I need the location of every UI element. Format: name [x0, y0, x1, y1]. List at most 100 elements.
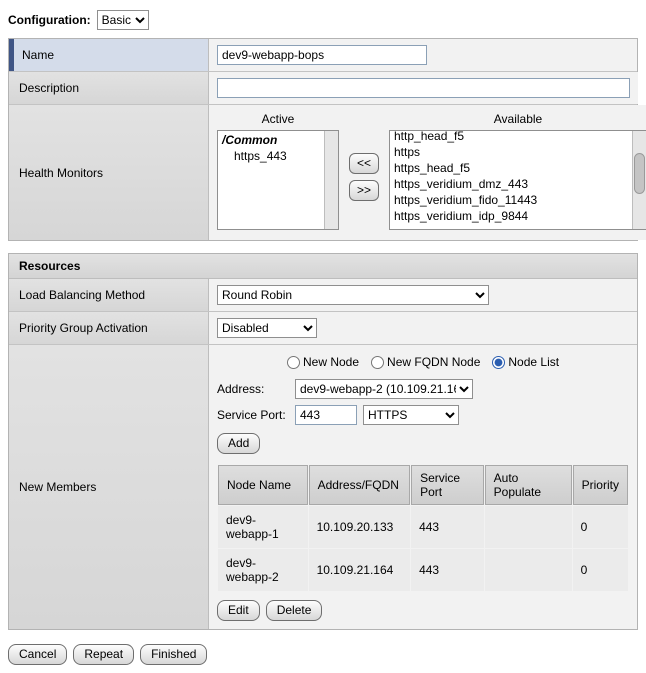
new-members-row: New Members New Node New FQDN Node Node …: [9, 345, 637, 629]
available-monitor-item[interactable]: https_veridium_dmz_443: [390, 176, 632, 192]
configuration-select[interactable]: Basic: [97, 10, 149, 30]
name-input[interactable]: [217, 45, 427, 65]
member-auto-populate: [485, 506, 572, 548]
move-left-button[interactable]: <<: [349, 153, 379, 174]
new-fqdn-node-radio-label: New FQDN Node: [387, 355, 480, 369]
column-header-address-fqdn: Address/FQDN: [309, 465, 411, 505]
name-content-cell: [209, 39, 637, 71]
new-fqdn-node-radio[interactable]: [371, 356, 384, 369]
table-row[interactable]: dev9-webapp-2 10.109.21.164 443 0: [218, 549, 628, 591]
add-button[interactable]: Add: [217, 433, 260, 454]
member-auto-populate: [485, 549, 572, 591]
service-port-line: Service Port: HTTPS: [217, 405, 629, 425]
service-type-select[interactable]: HTTPS: [363, 405, 459, 425]
member-service-port: 443: [411, 506, 484, 548]
repeat-button[interactable]: Repeat: [73, 644, 134, 665]
section-gap: [8, 241, 638, 253]
available-monitors-listbox[interactable]: http_head_f5 https https_head_f5 https_v…: [389, 130, 646, 230]
radio-node-list[interactable]: Node List: [492, 355, 559, 369]
service-port-label: Service Port:: [217, 408, 289, 422]
name-row: Name: [9, 39, 637, 72]
new-members-label: New Members: [19, 480, 96, 494]
active-monitors-listbox[interactable]: /Common https_443: [217, 130, 339, 230]
member-actions: Edit Delete: [217, 600, 629, 621]
edit-button[interactable]: Edit: [217, 600, 260, 621]
description-row: Description: [9, 72, 637, 105]
node-type-radio-group: New Node New FQDN Node Node List: [287, 355, 629, 369]
member-node-name: dev9-webapp-2: [218, 549, 308, 591]
health-monitors-content-cell: Active /Common https_443 << >> Available: [209, 105, 646, 240]
radio-new-node[interactable]: New Node: [287, 355, 359, 369]
priority-group-label: Priority Group Activation: [19, 321, 148, 335]
service-port-input[interactable]: [295, 405, 357, 425]
available-monitors-column: Available http_head_f5 https https_head_…: [389, 109, 646, 230]
column-header-node-name: Node Name: [218, 465, 308, 505]
active-monitors-column: Active /Common https_443: [217, 109, 339, 230]
load-balancing-label-cell: Load Balancing Method: [9, 279, 209, 311]
active-monitors-list: /Common https_443: [218, 131, 324, 229]
available-monitor-item[interactable]: https_veridium_idp_9844: [390, 208, 632, 224]
move-right-button[interactable]: >>: [349, 180, 379, 201]
available-monitor-item[interactable]: https_veridium_fido_11443: [390, 192, 632, 208]
resources-section: Resources Load Balancing Method Round Ro…: [8, 253, 638, 630]
priority-group-select[interactable]: Disabled: [217, 318, 317, 338]
new-members-content-cell: New Node New FQDN Node Node List Address…: [209, 345, 637, 629]
priority-group-row: Priority Group Activation Disabled: [9, 312, 637, 345]
configuration-row: Configuration: Basic: [8, 8, 638, 38]
column-header-priority: Priority: [573, 465, 628, 505]
name-label-cell: Name: [9, 39, 209, 71]
address-select[interactable]: dev9-webapp-2 (10.109.21.164): [295, 379, 473, 399]
footer-actions: Cancel Repeat Finished: [8, 644, 638, 665]
member-priority: 0: [573, 506, 628, 548]
new-node-radio-label: New Node: [303, 355, 359, 369]
member-node-name: dev9-webapp-1: [218, 506, 308, 548]
active-monitor-item[interactable]: https_443: [218, 148, 324, 164]
load-balancing-row: Load Balancing Method Round Robin: [9, 279, 637, 312]
finished-button[interactable]: Finished: [140, 644, 207, 665]
members-table: Node Name Address/FQDN Service Port Auto…: [217, 464, 629, 592]
available-monitor-item[interactable]: https_head_f5: [390, 160, 632, 176]
column-header-service-port: Service Port: [411, 465, 484, 505]
priority-group-content-cell: Disabled: [209, 312, 637, 344]
active-title: Active: [217, 109, 339, 130]
cancel-button[interactable]: Cancel: [8, 644, 67, 665]
name-label: Name: [22, 48, 54, 62]
monitor-move-buttons: << >>: [349, 153, 379, 201]
radio-new-fqdn-node[interactable]: New FQDN Node: [371, 355, 480, 369]
description-label-cell: Description: [9, 72, 209, 104]
health-monitors-label-cell: Health Monitors: [9, 105, 209, 240]
member-address: 10.109.21.164: [309, 549, 411, 591]
health-monitors-row: Health Monitors Active /Common https_443…: [9, 105, 637, 241]
description-input[interactable]: [217, 78, 630, 98]
member-address: 10.109.20.133: [309, 506, 411, 548]
scrollbar-thumb[interactable]: [634, 153, 645, 194]
delete-button[interactable]: Delete: [266, 600, 323, 621]
address-line: Address: dev9-webapp-2 (10.109.21.164): [217, 379, 629, 399]
load-balancing-select[interactable]: Round Robin: [217, 285, 489, 305]
resources-title: Resources: [19, 259, 80, 273]
available-monitor-item[interactable]: https: [390, 144, 632, 160]
description-label: Description: [19, 81, 79, 95]
member-service-port: 443: [411, 549, 484, 591]
member-priority: 0: [573, 549, 628, 591]
add-button-row: Add: [217, 433, 629, 454]
active-partition-group: /Common: [218, 132, 324, 148]
priority-group-label-cell: Priority Group Activation: [9, 312, 209, 344]
load-balancing-label: Load Balancing Method: [19, 288, 145, 302]
members-table-header-row: Node Name Address/FQDN Service Port Auto…: [218, 465, 628, 505]
table-row[interactable]: dev9-webapp-1 10.109.20.133 443 0: [218, 506, 628, 548]
available-title: Available: [389, 109, 646, 130]
node-list-radio-label: Node List: [508, 355, 559, 369]
configuration-label: Configuration:: [8, 13, 91, 27]
resources-header: Resources: [9, 254, 637, 279]
node-list-radio[interactable]: [492, 356, 505, 369]
health-monitors-label: Health Monitors: [19, 166, 103, 180]
address-label: Address:: [217, 382, 289, 396]
active-list-scrollbar[interactable]: [324, 131, 338, 229]
available-monitors-list: http_head_f5 https https_head_f5 https_v…: [390, 130, 632, 229]
new-members-label-cell: New Members: [9, 345, 209, 629]
available-monitor-item[interactable]: http_head_f5: [390, 130, 632, 144]
available-list-scrollbar[interactable]: [632, 131, 646, 229]
new-node-radio[interactable]: [287, 356, 300, 369]
load-balancing-content-cell: Round Robin: [209, 279, 637, 311]
